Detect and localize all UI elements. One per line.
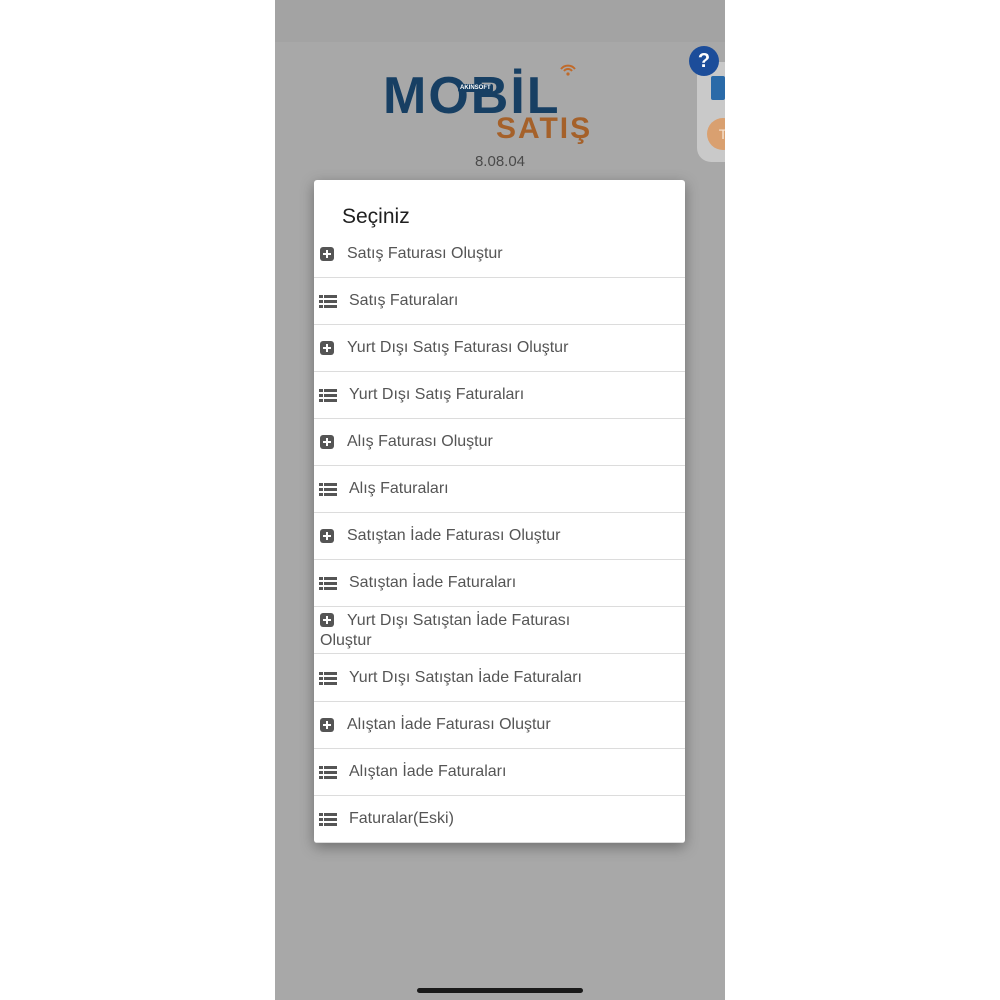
plus-square-icon — [319, 434, 335, 450]
list-icon — [319, 387, 337, 403]
menu-item-label: Alıştan İade Faturaları — [349, 763, 507, 780]
list-icon — [319, 764, 337, 780]
status-bar — [275, 0, 725, 42]
menu-item[interactable]: Yurt Dışı Satıştan İade Faturası Oluştur — [314, 607, 685, 654]
menu-item[interactable]: Alıştan İade Faturası Oluştur — [314, 702, 685, 749]
plus-square-icon — [319, 717, 335, 733]
plus-square-icon — [319, 246, 335, 262]
monitor-icon[interactable] — [711, 76, 725, 100]
menu-item-label: Alış Faturaları — [349, 480, 449, 497]
plus-square-icon — [319, 340, 335, 356]
menu-item-label: Yurt Dışı Satıştan İade Faturaları — [349, 669, 582, 686]
menu-item-label: Satıştan İade Faturası Oluştur — [347, 527, 561, 544]
home-indicator[interactable] — [417, 988, 583, 993]
menu-item-label: Alış Faturası Oluştur — [347, 433, 493, 450]
menu-item-label: Faturalar(Eski) — [349, 810, 454, 827]
menu-item-label: Satış Faturası Oluştur — [347, 245, 503, 262]
menu-item[interactable]: Alıştan İade Faturaları — [314, 749, 685, 796]
menu-item[interactable]: Yurt Dışı Satış Faturası Oluştur — [314, 325, 685, 372]
list-icon — [319, 670, 337, 686]
help-button[interactable]: ? — [689, 46, 719, 76]
menu-item[interactable]: Yurt Dışı Satış Faturaları — [314, 372, 685, 419]
side-quick-panel[interactable]: T — [697, 62, 725, 162]
menu-item[interactable]: Yurt Dışı Satıştan İade Faturaları — [314, 655, 685, 702]
list-icon — [319, 481, 337, 497]
menu-item-label: Yurt Dışı Satış Faturası Oluştur — [347, 339, 569, 356]
logo-sub-text: SATIŞ — [496, 112, 593, 145]
menu-item[interactable]: Satıştan İade Faturası Oluştur — [314, 513, 685, 560]
menu-item-label: Yurt Dışı Satıştan İade Faturası Oluştur — [320, 612, 571, 649]
plus-square-icon — [319, 528, 335, 544]
wifi-icon — [560, 64, 576, 76]
menu-item[interactable]: Faturalar(Eski) — [314, 796, 685, 843]
list-icon — [319, 575, 337, 591]
menu-item[interactable]: Alış Faturaları — [314, 466, 685, 513]
version-label: 8.08.04 — [474, 153, 526, 170]
menu-item[interactable]: Satış Faturası Oluştur — [314, 231, 685, 278]
menu-item[interactable]: Satış Faturaları — [314, 278, 685, 325]
menu-item-label: Alıştan İade Faturası Oluştur — [347, 716, 551, 733]
menu-item[interactable]: Satıştan İade Faturaları — [314, 560, 685, 607]
app-logo: MOBİL AKINSOFT SATIŞ — [383, 62, 618, 152]
menu-item-label: Satıştan İade Faturaları — [349, 574, 517, 591]
menu-item[interactable]: Alış Faturası Oluştur — [314, 419, 685, 466]
select-dialog: Seçiniz Satış Faturası Oluştur Satış Fatu… — [314, 180, 685, 843]
side-circle-button[interactable]: T — [707, 118, 725, 150]
list-icon — [319, 811, 337, 827]
list-icon — [319, 293, 337, 309]
phone-screen: MOBİL AKINSOFT SATIŞ 8.08.04 T ? Seçiniz… — [275, 0, 725, 1000]
dialog-title: Seçiniz — [342, 205, 410, 228]
logo-badge: AKINSOFT — [458, 84, 493, 92]
menu-item-label: Satış Faturaları — [349, 292, 459, 309]
menu-item-label: Yurt Dışı Satış Faturaları — [349, 386, 525, 403]
